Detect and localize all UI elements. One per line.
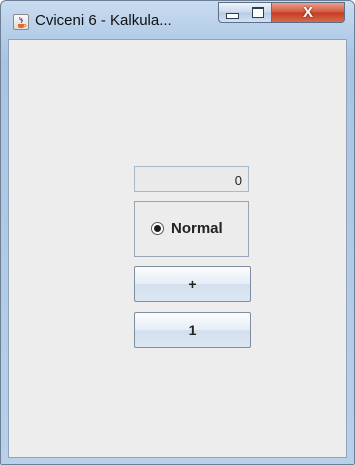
radio-selected-dot — [154, 225, 161, 232]
content-pane: 0 Normal + 1 — [8, 39, 347, 458]
mode-panel: Normal — [134, 201, 249, 257]
one-button[interactable]: 1 — [134, 312, 251, 348]
app-window: Cviceni 6 - Kalkula... X 0 Normal + 1 — [0, 0, 355, 465]
maximize-icon — [252, 7, 264, 18]
close-button[interactable]: X — [271, 2, 345, 23]
title-bar[interactable]: Cviceni 6 - Kalkula... X — [1, 1, 354, 39]
result-display[interactable]: 0 — [134, 166, 249, 192]
minimize-button[interactable] — [218, 2, 246, 23]
normal-radio-label[interactable]: Normal — [171, 220, 223, 237]
window-title: Cviceni 6 - Kalkula... — [35, 12, 172, 29]
normal-radio[interactable] — [151, 222, 164, 235]
minimize-icon — [225, 12, 239, 19]
maximize-button[interactable] — [245, 2, 272, 23]
plus-button[interactable]: + — [134, 266, 251, 302]
close-icon: X — [302, 4, 313, 21]
java-cup-icon[interactable] — [13, 14, 29, 30]
